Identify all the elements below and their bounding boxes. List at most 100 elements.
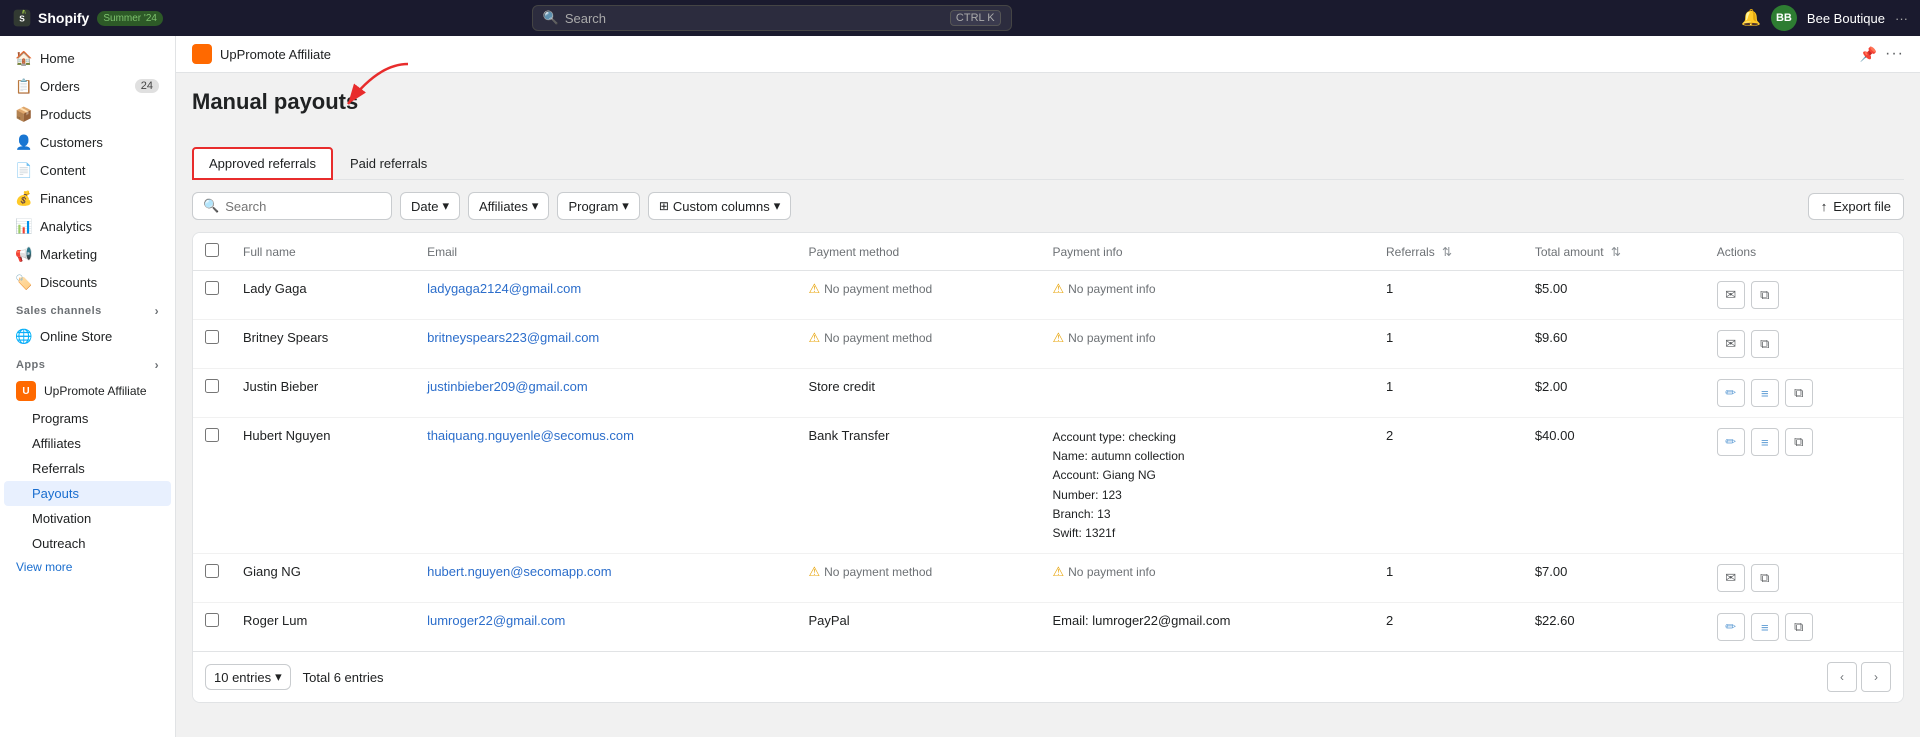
cell-payment-method: Store credit	[796, 369, 1040, 418]
cell-actions: ✏≡⧉	[1705, 418, 1903, 554]
cell-total-amount: $5.00	[1523, 271, 1705, 320]
sidebar-item-content[interactable]: 📄 Content	[4, 156, 171, 184]
tab-paid-referrals[interactable]: Paid referrals	[333, 147, 444, 180]
copy-button[interactable]: ⧉	[1751, 330, 1779, 358]
products-icon: 📦	[16, 106, 32, 122]
sidebar-item-finances[interactable]: 💰 Finances	[4, 184, 171, 212]
cell-email: britneyspears223@gmail.com	[415, 320, 796, 369]
cell-full-name: Roger Lum	[231, 603, 415, 652]
sidebar-sub-programs[interactable]: Programs	[4, 406, 171, 431]
sidebar-item-online-store[interactable]: 🌐 Online Store	[4, 322, 171, 350]
send-email-button[interactable]: ✉	[1717, 281, 1745, 309]
sidebar-sub-referrals[interactable]: Referrals	[4, 456, 171, 481]
program-filter-button[interactable]: Program ▾	[557, 192, 639, 220]
list-button[interactable]: ≡	[1751, 379, 1779, 407]
copy-button[interactable]: ⧉	[1751, 564, 1779, 592]
row-checkbox-6[interactable]	[205, 613, 219, 627]
next-page-button[interactable]: ›	[1861, 662, 1891, 692]
select-all-checkbox[interactable]	[205, 243, 219, 257]
copy-button[interactable]: ⧉	[1785, 613, 1813, 641]
cell-full-name: Giang NG	[231, 554, 415, 603]
affiliates-filter-chevron-icon: ▾	[532, 198, 539, 214]
sidebar-item-finances-label: Finances	[40, 191, 93, 206]
sidebar-sub-affiliates[interactable]: Affiliates	[4, 431, 171, 456]
copy-button[interactable]: ⧉	[1751, 281, 1779, 309]
finances-icon: 💰	[16, 190, 32, 206]
sidebar-sub-motivation[interactable]: Motivation	[4, 506, 171, 531]
row-checkbox-3[interactable]	[205, 379, 219, 393]
cell-actions: ✉⧉	[1705, 554, 1903, 603]
cell-referrals: 1	[1374, 320, 1523, 369]
edit-button[interactable]: ✏	[1717, 428, 1745, 456]
col-payment-method: Payment method	[796, 233, 1040, 271]
sales-channels-section: Sales channels ›	[0, 296, 175, 322]
sidebar-item-marketing-label: Marketing	[40, 247, 97, 262]
search-shortcut: CTRL K	[950, 10, 1001, 26]
pin-icon[interactable]: 📌	[1860, 46, 1877, 63]
total-amount-sort-icon: ⇅	[1611, 245, 1621, 259]
referrals-sort-icon: ⇅	[1442, 245, 1452, 259]
copy-button[interactable]: ⧉	[1785, 428, 1813, 456]
copy-button[interactable]: ⧉	[1785, 379, 1813, 407]
sidebar-sub-payouts[interactable]: Payouts	[4, 481, 171, 506]
shopify-logo[interactable]: S Shopify	[12, 8, 89, 28]
sidebar-item-marketing[interactable]: 📢 Marketing	[4, 240, 171, 268]
sidebar-item-analytics[interactable]: 📊 Analytics	[4, 212, 171, 240]
store-name[interactable]: Bee Boutique	[1807, 11, 1885, 26]
edit-button[interactable]: ✏	[1717, 379, 1745, 407]
row-checkbox-1[interactable]	[205, 281, 219, 295]
date-filter-button[interactable]: Date ▾	[400, 192, 460, 220]
col-total-amount[interactable]: Total amount ⇅	[1523, 233, 1705, 271]
cell-payment-info: Account type: checkingName: autumn colle…	[1040, 418, 1374, 554]
export-button[interactable]: ↑ Export file	[1808, 193, 1904, 220]
sidebar-item-discounts[interactable]: 🏷️ Discounts	[4, 268, 171, 296]
list-button[interactable]: ≡	[1751, 428, 1779, 456]
sidebar-item-uppromote[interactable]: U UpPromote Affiliate	[4, 376, 171, 406]
view-more-link[interactable]: View more	[0, 556, 175, 578]
tab-approved-referrals[interactable]: Approved referrals	[192, 147, 333, 180]
data-table: Full name Email Payment method Payment i…	[192, 232, 1904, 703]
avatar[interactable]: BB	[1771, 5, 1797, 31]
cell-total-amount: $22.60	[1523, 603, 1705, 652]
table-row: Giang NGhubert.nguyen@secomapp.com⚠No pa…	[193, 554, 1903, 603]
col-payment-info: Payment info	[1040, 233, 1374, 271]
sales-channels-expand-icon[interactable]: ›	[155, 304, 159, 318]
apps-expand-icon[interactable]: ›	[155, 358, 159, 372]
send-email-button[interactable]: ✉	[1717, 564, 1745, 592]
sidebar-item-home[interactable]: 🏠 Home	[4, 44, 171, 72]
cell-actions: ✏≡⧉	[1705, 369, 1903, 418]
cell-email: hubert.nguyen@secomapp.com	[415, 554, 796, 603]
col-referrals[interactable]: Referrals ⇅	[1374, 233, 1523, 271]
more-options-icon[interactable]: ···	[1885, 45, 1904, 63]
row-checkbox-2[interactable]	[205, 330, 219, 344]
list-button[interactable]: ≡	[1751, 613, 1779, 641]
total-entries-label: Total 6 entries	[303, 670, 384, 685]
entries-label: 10 entries	[214, 670, 271, 685]
custom-columns-button[interactable]: ⊞ Custom columns ▾	[648, 192, 791, 220]
topbar-search[interactable]: 🔍 Search CTRL K	[532, 5, 1012, 31]
sidebar-item-products[interactable]: 📦 Products	[4, 100, 171, 128]
online-store-icon: 🌐	[16, 328, 32, 344]
row-checkbox-5[interactable]	[205, 564, 219, 578]
entries-select[interactable]: 10 entries ▾	[205, 664, 291, 690]
app-header-name: UpPromote Affiliate	[220, 47, 331, 62]
sidebar-item-orders[interactable]: 📋 Orders 24	[4, 72, 171, 100]
prev-page-button[interactable]: ‹	[1827, 662, 1857, 692]
tabs-container: Approved referrals Paid referrals	[192, 147, 1904, 180]
analytics-icon: 📊	[16, 218, 32, 234]
send-email-button[interactable]: ✉	[1717, 330, 1745, 358]
cell-referrals: 2	[1374, 603, 1523, 652]
cell-full-name: Britney Spears	[231, 320, 415, 369]
edit-button[interactable]: ✏	[1717, 613, 1745, 641]
row-checkbox-4[interactable]	[205, 428, 219, 442]
search-input[interactable]	[225, 199, 381, 214]
affiliates-filter-button[interactable]: Affiliates ▾	[468, 192, 549, 220]
store-menu-icon[interactable]: ···	[1895, 11, 1908, 26]
app-name-label: UpPromote Affiliate	[44, 384, 147, 398]
notification-bell-icon[interactable]: 🔔	[1741, 8, 1761, 28]
sidebar-sub-outreach[interactable]: Outreach	[4, 531, 171, 556]
cell-email: lumroger22@gmail.com	[415, 603, 796, 652]
search-box[interactable]: 🔍	[192, 192, 392, 220]
sidebar-item-customers[interactable]: 👤 Customers	[4, 128, 171, 156]
program-filter-chevron-icon: ▾	[622, 198, 629, 214]
